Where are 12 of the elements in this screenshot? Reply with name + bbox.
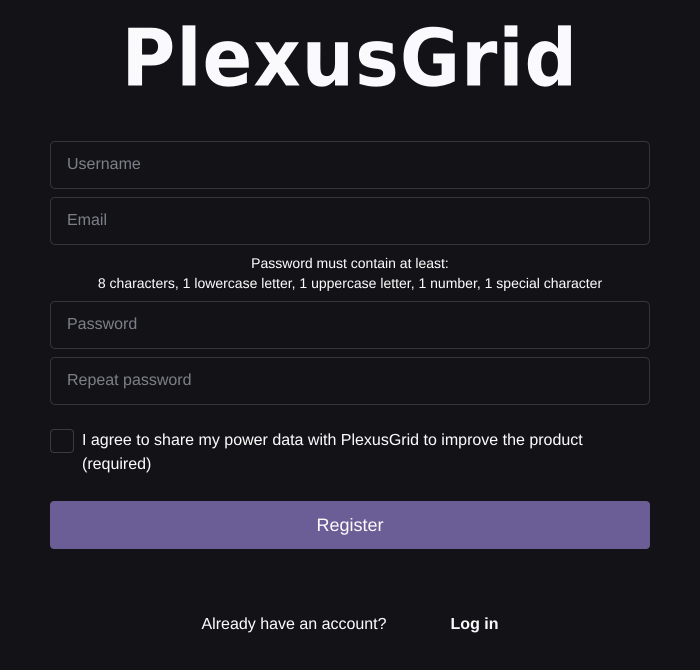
account-prompt: Already have an account? [202, 615, 387, 635]
password-field[interactable]: Repeat password [50, 357, 650, 405]
logo-wordmark: PlexusGrid [122, 18, 578, 98]
password-hint: Password must contain at least: [250, 254, 450, 273]
password-field[interactable]: Password [50, 301, 650, 349]
consent-checkbox[interactable] [50, 429, 74, 453]
email-field[interactable]: Email [50, 197, 650, 245]
password-hint: 8 characters, 1 lowercase letter, 1 uppercase letter, 1 number, 1 special character [96, 274, 604, 293]
username-field[interactable]: Username [50, 141, 650, 189]
consent-label: I agree to share my power data with PlexusGrid to improve the product (required) [82, 431, 584, 475]
register-button[interactable]: Register [50, 501, 650, 549]
login-link[interactable]: Log in [450, 613, 498, 637]
